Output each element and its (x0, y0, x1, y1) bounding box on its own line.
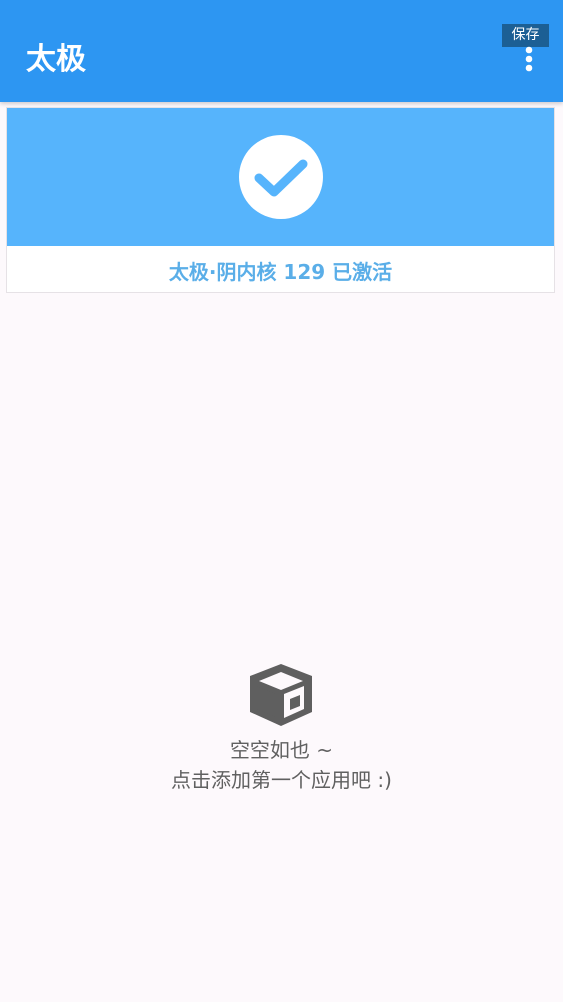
more-vert-icon (525, 46, 533, 72)
status-card[interactable]: 太极·阴内核 129 已激活 (6, 107, 555, 293)
app-title: 太极 (26, 42, 86, 77)
empty-state-hint: 点击添加第一个应用吧 :) (171, 768, 392, 792)
open-box-icon (250, 664, 312, 726)
activation-status-text: 太极·阴内核 129 已激活 (168, 260, 393, 284)
empty-state-title: 空空如也 ~ (229, 738, 334, 762)
check-circle-icon (239, 135, 323, 219)
app-bar: 太极 保存 (0, 0, 563, 102)
more-options-button[interactable] (512, 44, 546, 78)
status-banner (7, 108, 554, 246)
